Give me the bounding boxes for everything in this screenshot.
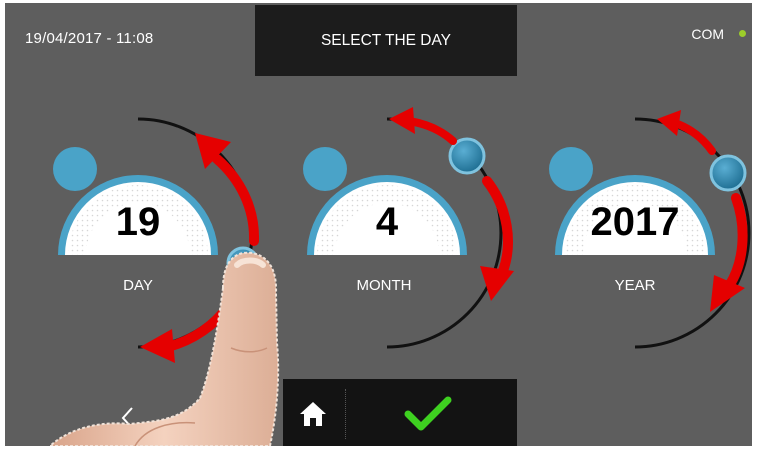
pointing-hand-image	[48, 251, 280, 446]
screen: 19/04/2017 - 11:08 SELECT THE DAY COM 19…	[5, 3, 752, 446]
